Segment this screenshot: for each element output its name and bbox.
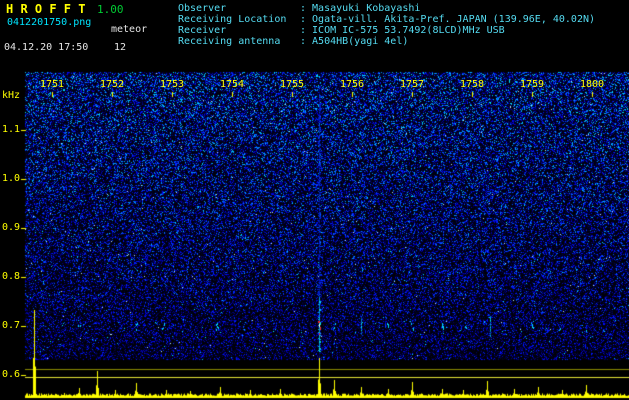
app-title: H R O F F T xyxy=(6,2,86,16)
freq-tick-label: 1.1 xyxy=(2,124,21,135)
time-tick-label: 1752 xyxy=(100,79,125,90)
info-row: Receiver : ICOM IC-575 53.7492(8LCD)MHz U… xyxy=(178,25,595,36)
info-value: : Ogata-vill. Akita-Pref. JAPAN (139.96E… xyxy=(300,14,596,25)
frame-datetime: 04.12.20 17:50 xyxy=(4,42,89,53)
time-tick-label: 1759 xyxy=(520,79,545,90)
time-tick-label: 1757 xyxy=(400,79,425,90)
observer-info-block: Observer: Masayuki Kobayashi Receiving Lo… xyxy=(178,3,595,47)
info-label: Receiving Location xyxy=(178,14,287,25)
time-tick-label: 1751 xyxy=(40,79,65,90)
output-filename: 0412201750.png xyxy=(7,17,92,28)
freq-tick-label: 0.8 xyxy=(2,271,21,282)
info-row: Receiving antenna : A504HB(yagi 4el) xyxy=(178,36,595,47)
time-tick-label: 1758 xyxy=(460,79,485,90)
info-label: Observer xyxy=(178,3,227,14)
info-row: Observer : Masayuki Kobayashi xyxy=(178,3,595,14)
info-value: : A504HB(yagi 4el) xyxy=(300,36,409,47)
frequency-unit-label: kHz xyxy=(2,90,21,101)
freq-tick-label: 0.7 xyxy=(2,320,21,331)
info-row: Receiving Location : Ogata-vill. Akita-Pr… xyxy=(178,14,595,25)
mode-label: meteor xyxy=(111,24,148,35)
echo-count: 12 xyxy=(114,42,127,53)
info-label: Receiver xyxy=(178,25,227,36)
info-label: Receiving antenna xyxy=(178,36,281,47)
time-tick-label: 1755 xyxy=(280,79,305,90)
time-tick-label: 1753 xyxy=(160,79,185,90)
time-tick-label: 1800 xyxy=(580,79,605,90)
freq-tick-label: 1.0 xyxy=(2,173,21,184)
time-tick-label: 1754 xyxy=(220,79,245,90)
app-version: 1.00 xyxy=(97,3,124,16)
freq-tick-label: 0.9 xyxy=(2,222,21,233)
hrofft-window: H R O F F T 1.00 0412201750.png meteor 0… xyxy=(0,0,629,400)
spectrogram-canvas xyxy=(0,0,629,400)
freq-tick-label: 0.6 xyxy=(2,369,21,380)
info-value: : ICOM IC-575 53.7492(8LCD)MHz USB xyxy=(300,25,505,36)
info-value: : Masayuki Kobayashi xyxy=(300,3,421,14)
time-tick-label: 1756 xyxy=(340,79,365,90)
